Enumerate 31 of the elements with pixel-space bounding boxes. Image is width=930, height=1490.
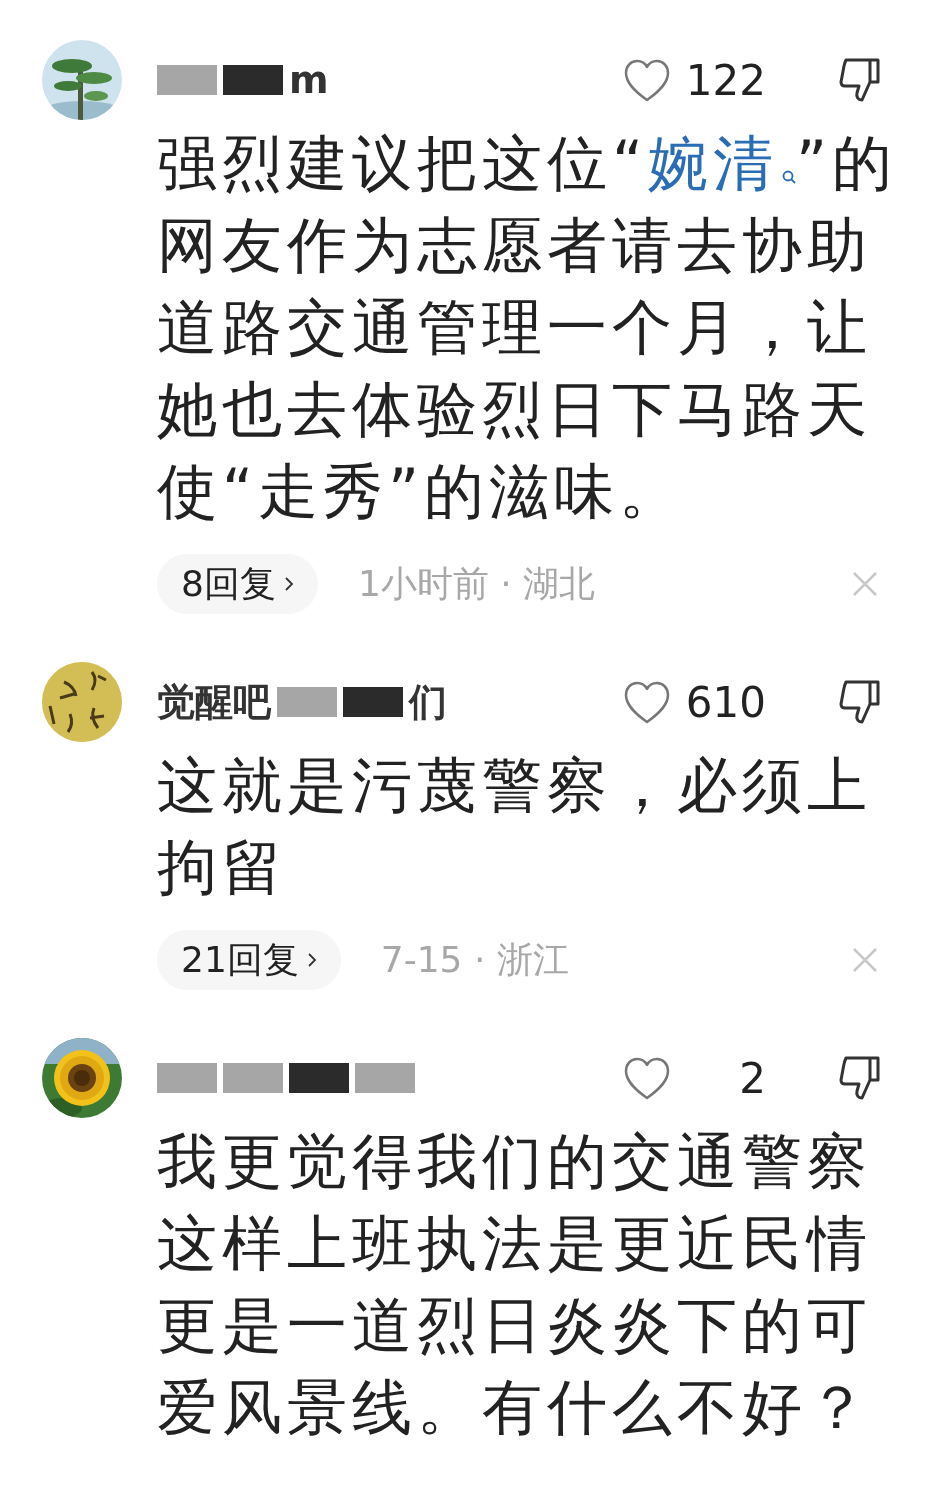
search-link[interactable]: 婉清	[648, 128, 797, 198]
redaction-block	[223, 1063, 283, 1093]
redaction-block	[289, 1063, 349, 1093]
username[interactable]: 们	[409, 676, 447, 728]
chevron-icon	[283, 576, 294, 592]
comment-text: 我更觉得我们的交通警察这样上班执法是更近民情更是一道烈日炎炎下的可爱风景线。有什么不好？	[157, 1125, 873, 1444]
heart-icon[interactable]	[623, 679, 671, 725]
timestamp-location: 7-15 · 浙江	[380, 937, 570, 982]
heart-icon[interactable]	[623, 1055, 671, 1101]
comment-text: 强烈建议把这位“婉清 ”的网友作为志愿者请去协助道路交通管理一个月，让她也去体验烈日下马路天使“走秀”的滋味。	[157, 127, 899, 528]
username[interactable]: 觉醒吧	[157, 676, 271, 728]
thumbs-down-icon[interactable]	[838, 678, 882, 726]
redaction-block	[157, 65, 217, 95]
thumbs-down-icon[interactable]	[838, 56, 882, 104]
replies-button[interactable]: 21回复	[157, 930, 341, 990]
search-icon[interactable]	[782, 170, 797, 184]
username[interactable]: m	[289, 58, 329, 102]
replies-button[interactable]: 8回复	[157, 554, 318, 614]
like-count: 2	[738, 1053, 766, 1103]
like-count: 610	[684, 677, 766, 727]
timestamp-location: 1小时前 · 湖北	[357, 561, 597, 606]
chevron-icon	[306, 952, 317, 968]
like-count: 122	[684, 55, 766, 105]
thumbs-down-icon[interactable]	[838, 1054, 882, 1102]
redaction-block	[343, 687, 403, 717]
redaction-block	[223, 65, 283, 95]
redaction-block	[157, 1063, 217, 1093]
comment-text: 这就是污蔑警察，必须上拘留	[157, 749, 873, 904]
heart-icon[interactable]	[623, 57, 671, 103]
redaction-block	[277, 687, 337, 717]
redaction-block	[355, 1063, 415, 1093]
